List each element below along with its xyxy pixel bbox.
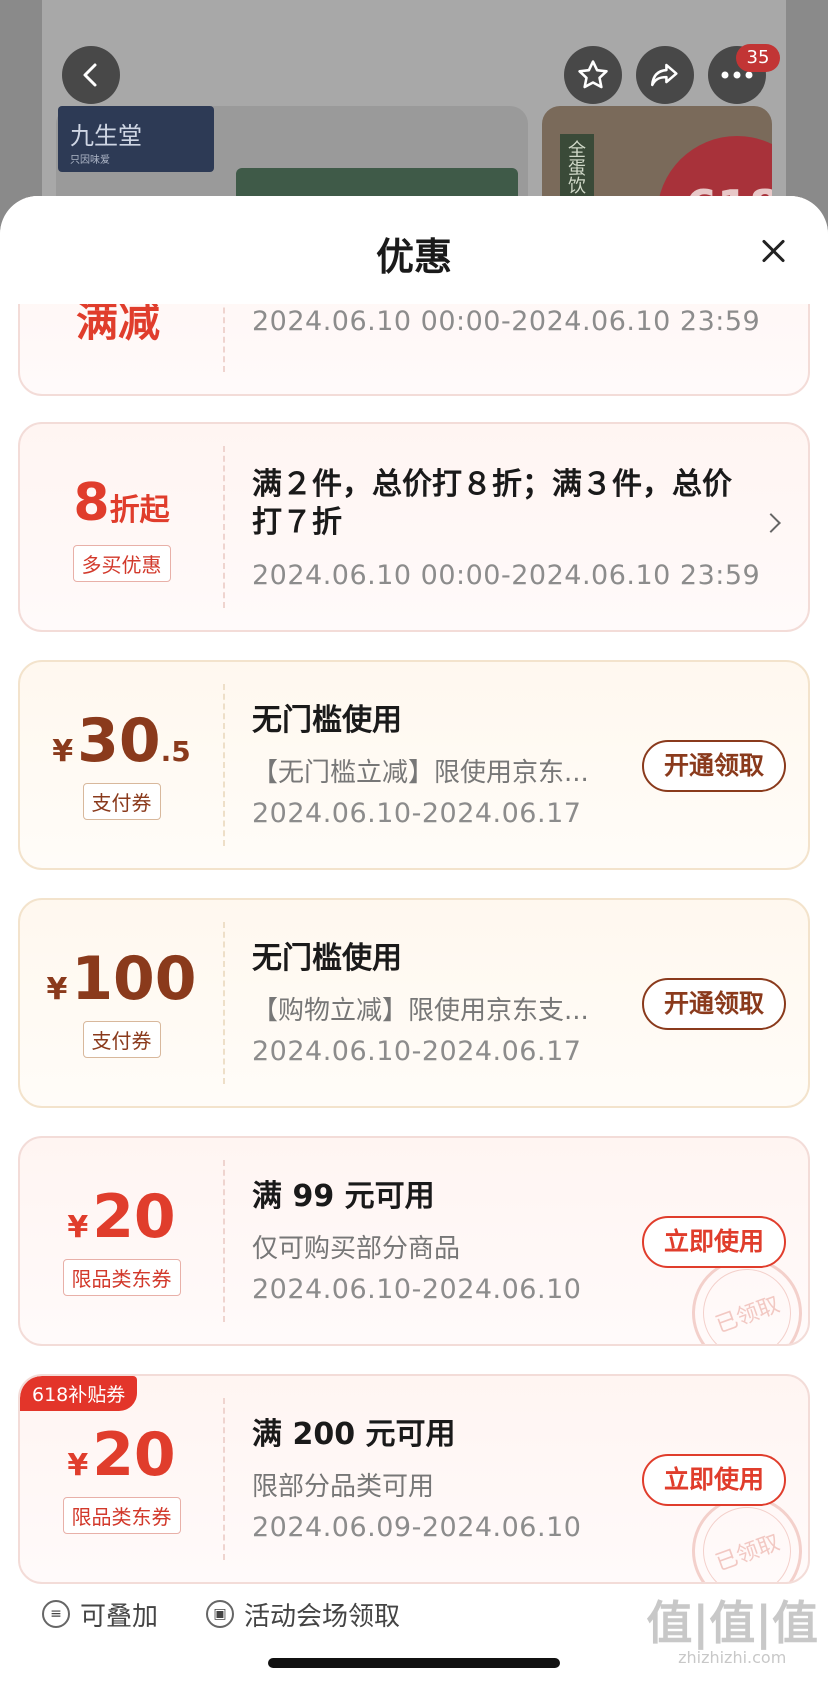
coupon-amount: ¥ 30 .5: [52, 711, 191, 771]
currency-symbol: ¥: [67, 1209, 89, 1245]
coupon-value: ¥ 20 限品类东券: [20, 1376, 223, 1582]
stackable-label: 可叠加: [80, 1601, 159, 1632]
venue-label: 活动会场领取: [244, 1601, 401, 1632]
coupon-date: 2024.06.10-2024.06.17: [252, 1036, 582, 1067]
use-now-button[interactable]: 立即使用: [642, 1454, 786, 1506]
coupon-tag: 支付券: [82, 782, 161, 820]
chevron-left-icon: [83, 63, 97, 87]
coupon-tag: 支付券: [82, 1020, 161, 1058]
coupon-tag: 限品类东券: [62, 1258, 181, 1296]
coupon-title-line2: 打７折: [252, 505, 342, 540]
share-icon: [650, 63, 678, 87]
coupon-amount: ¥ 20: [67, 1425, 175, 1485]
amount-integer: 20: [92, 1181, 176, 1252]
amount-decimal: .5: [160, 734, 191, 768]
coupon-subtitle: 仅可购买部分商品: [252, 1234, 461, 1264]
activate-claim-button[interactable]: 开通领取: [642, 978, 786, 1030]
currency-symbol: ¥: [67, 1447, 89, 1483]
coupon-title: 无门槛使用: [252, 941, 402, 976]
watermark-url: zhizhizhi.com: [678, 1648, 787, 1667]
amount-integer: 30: [77, 705, 161, 776]
coupon-divider: [223, 1398, 225, 1560]
sheet-header: 优惠: [0, 196, 828, 304]
ticket-icon: ▣: [206, 1600, 235, 1628]
venue-claim-filter[interactable]: ▣ 活动会场领取: [206, 1596, 400, 1633]
sheet-title: 优惠: [375, 235, 452, 279]
coupon-card[interactable]: ¥ 20 限品类东券 满 99 元可用 仅可购买部分商品 2024.06.10-…: [18, 1136, 810, 1346]
activate-claim-button[interactable]: 开通领取: [642, 740, 786, 792]
coupon-date: 2024.06.09-2024.06.10: [252, 1512, 582, 1543]
coupon-amount: ¥ 20: [67, 1187, 175, 1247]
coupon-divider: [223, 446, 225, 608]
discount-value: 8 折起: [73, 473, 169, 533]
coupon-value: ¥ 100 支付券: [20, 900, 223, 1106]
coupon-title: 满 99 元可用: [252, 1179, 435, 1214]
coupon-date: 2024.06.10-2024.06.10: [252, 1274, 582, 1305]
share-button[interactable]: [636, 46, 694, 104]
coupon-card[interactable]: ¥ 100 支付券 无门槛使用 【购物立减】限使用京东支... 2024.06.…: [18, 898, 810, 1108]
coupon-value: 8 折起 多买优惠: [20, 424, 223, 630]
discount-number: 8: [73, 472, 110, 533]
coupon-tag: 限品类东券: [62, 1496, 181, 1534]
coupon-date: 2024.06.10 00:00-2024.06.10 23:59: [252, 560, 761, 591]
coupon-title: 满２件，总价打８折；满３件，总价: [252, 467, 732, 502]
coupon-card[interactable]: 618补贴券 ¥ 20 限品类东券 满 200 元可用 限部分品类可用 2024…: [18, 1374, 810, 1584]
coupon-subtitle: 【无门槛立减】限使用京东...: [252, 758, 589, 788]
coupon-date: 2024.06.10-2024.06.17: [252, 798, 582, 829]
coupon-sheet: 优惠 满减 2024.06.10 00:00-2024.06.10 23:59 …: [0, 196, 828, 1683]
amount-integer: 100: [71, 943, 197, 1014]
discount-unit: 折起: [109, 492, 170, 528]
home-indicator[interactable]: [268, 1658, 560, 1668]
coupon-value: ¥ 20 限品类东券: [20, 1138, 223, 1344]
notification-badge: 35: [736, 44, 780, 72]
stack-icon: ≡: [42, 1600, 70, 1628]
coupon-subtitle: 限部分品类可用: [252, 1472, 435, 1502]
currency-symbol: ¥: [46, 971, 68, 1007]
amount-integer: 20: [92, 1419, 176, 1490]
favorite-button[interactable]: [564, 46, 622, 104]
currency-symbol: ¥: [52, 733, 74, 769]
coupon-divider: [223, 684, 225, 846]
brand-logo: 九生堂 只因味爱: [58, 106, 214, 172]
site-watermark: 值|值|值 zhizhizhi.com: [646, 1600, 818, 1666]
coupon-tag: 多买优惠: [72, 544, 171, 582]
coupon-divider: [223, 1160, 225, 1322]
coupon-info: 满２件，总价打８折；满３件，总价 打７折 2024.06.10 00:00-20…: [252, 424, 808, 630]
use-now-button[interactable]: 立即使用: [642, 1216, 786, 1268]
coupon-value: ¥ 30 .5 支付券: [20, 662, 223, 868]
close-icon[interactable]: [758, 236, 788, 266]
star-icon: [578, 60, 608, 89]
coupon-title: 无门槛使用: [252, 703, 402, 738]
coupon-amount: ¥ 100: [46, 949, 196, 1009]
coupon-date: 2024.06.10 00:00-2024.06.10 23:59: [252, 306, 761, 337]
stackable-filter[interactable]: ≡ 可叠加: [42, 1596, 158, 1633]
coupon-divider: [223, 922, 225, 1084]
coupon-card[interactable]: ¥ 30 .5 支付券 无门槛使用 【无门槛立减】限使用京东... 2024.0…: [18, 660, 810, 870]
coupon-card[interactable]: 8 折起 多买优惠 满２件，总价打８折；满３件，总价 打７折 2024.06.1…: [18, 422, 810, 632]
coupon-title: 满 200 元可用: [252, 1417, 456, 1452]
back-button[interactable]: [62, 46, 120, 104]
coupon-subtitle: 【购物立减】限使用京东支...: [252, 996, 589, 1026]
watermark-logo: 值|值|值: [646, 1596, 818, 1650]
